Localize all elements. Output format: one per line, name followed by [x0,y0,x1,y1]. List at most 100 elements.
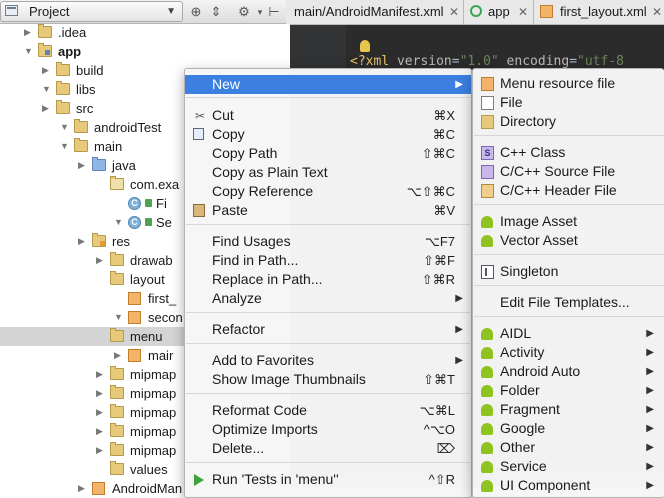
menu-separator [474,316,664,317]
expand-arrow-closed-icon[interactable]: ▶ [96,424,103,438]
submenu-item-edit-file-templates[interactable]: Edit File Templates... [473,293,664,312]
close-icon[interactable]: ✕ [652,4,662,20]
hide-panel-icon[interactable]: ⊢ [266,4,282,20]
menu-item-find-usages[interactable]: Find Usages ⌥F7 [185,232,471,251]
collapse-icon[interactable]: ⇕ [208,4,224,20]
android-icon [481,480,493,492]
expand-arrow-closed-icon[interactable]: ▶ [78,158,85,172]
submenu-item-c-c-header-file[interactable]: C/C++ Header File [473,181,664,200]
close-icon[interactable]: ✕ [449,4,459,20]
submenu-item-label: Android Auto [500,363,581,379]
expand-arrow-closed-icon[interactable]: ▶ [96,405,103,419]
menu-item-new[interactable]: New ▶ [185,75,471,94]
android-icon [481,328,493,340]
code-line[interactable]: <?xml version="1.0" encoding="utf-8 [350,54,624,69]
submenu-item-service[interactable]: Service ▶ [473,457,664,476]
code-token: = [451,54,460,69]
gear-icon[interactable]: ⚙ [236,4,252,20]
expand-arrow-closed-icon[interactable]: ▶ [114,348,121,362]
tree-node-label: main [94,139,123,154]
menu-item-shortcut: ^⇧R [428,472,455,487]
submenu-item-vector-asset[interactable]: Vector Asset [473,231,664,250]
menu-item-reformat-code[interactable]: Reformat Code ⌥⌘L [185,401,471,420]
submenu-item-image-asset[interactable]: Image Asset [473,212,664,231]
tree-node-label: mipmap [130,386,177,401]
submenu-item-folder[interactable]: Folder ▶ [473,381,664,400]
close-icon[interactable]: ✕ [518,4,528,20]
expand-arrow-closed-icon[interactable]: ▶ [24,25,31,39]
lightbulb-icon[interactable] [360,40,370,52]
submenu-item-activity[interactable]: Activity ▶ [473,343,664,362]
menu-item-label: Paste [212,202,248,218]
menu-item-add-to-favorites[interactable]: Add to Favorites ▶ [185,351,471,370]
folder-icon [110,404,124,418]
tree-node--idea[interactable]: ▶ .idea [0,23,290,42]
expand-arrow-open-icon[interactable]: ▼ [60,120,69,134]
submenu-item-fragment[interactable]: Fragment ▶ [473,400,664,419]
project-view-selector[interactable]: Project ▼ [0,1,183,22]
menu-item-analyze[interactable]: Analyze ▶ [185,289,471,308]
expand-arrow-open-icon[interactable]: ▼ [114,310,123,324]
expand-arrow-closed-icon[interactable]: ▶ [96,367,103,381]
submenu-item-singleton[interactable]: Singleton [473,262,664,281]
folder-icon [110,328,124,342]
submenu-item-ui-component[interactable]: UI Component ▶ [473,476,664,495]
expand-arrow-closed-icon[interactable]: ▶ [96,253,103,267]
menu-separator [186,224,470,225]
package-icon [110,176,124,190]
tree-node-app[interactable]: ▼ app [0,42,290,61]
tree-node-label: .idea [58,25,87,40]
sync-icon[interactable]: ⊕ [188,4,204,20]
tab-android-manifest[interactable]: main/AndroidManifest.xml ✕ [286,0,464,24]
submenu-item-directory[interactable]: Directory [473,112,664,131]
expand-arrow-open-icon[interactable]: ▼ [60,139,69,153]
submenu-item-google[interactable]: Google ▶ [473,419,664,438]
tab-app[interactable]: app ✕ [464,0,534,24]
menu-item-copy-reference[interactable]: Copy Reference ⌥⇧⌘C [185,182,471,201]
submenu-item-menu-resource-file[interactable]: Menu resource file [473,74,664,93]
android-icon [481,366,493,378]
menu-item-delete[interactable]: Delete... ⌦ [185,439,471,458]
expand-arrow-open-icon[interactable]: ▼ [114,215,123,229]
submenu-item-label: Singleton [500,263,559,279]
expand-arrow-open-icon[interactable]: ▼ [24,44,33,58]
submenu-item-aidl[interactable]: AIDL ▶ [473,324,664,343]
menu-item-copy-path[interactable]: Copy Path ⇧⌘C [185,144,471,163]
menu-separator [186,312,470,313]
submenu-item-other[interactable]: Other ▶ [473,438,664,457]
menu-item-replace-in-path[interactable]: Replace in Path... ⇧⌘R [185,270,471,289]
submenu-item-label: File [500,94,523,110]
expand-arrow-closed-icon[interactable]: ▶ [96,386,103,400]
expand-arrow-closed-icon[interactable]: ▶ [96,443,103,457]
expand-arrow-closed-icon[interactable]: ▶ [78,481,85,495]
submenu-item-android-auto[interactable]: Android Auto ▶ [473,362,664,381]
tree-node-label: Se [156,215,172,230]
menu-item-refactor[interactable]: Refactor ▶ [185,320,471,339]
tab-first-layout[interactable]: first_layout.xml ✕ [534,0,664,24]
menu-item-label: Copy [212,126,245,142]
expand-arrow-closed-icon[interactable]: ▶ [78,234,85,248]
menu-item-cut[interactable]: ✂ Cut ⌘X [185,106,471,125]
submenu-item-label: Vector Asset [500,232,578,248]
menu-item-label: Show Image Thumbnails [212,371,366,387]
tree-node-label: drawab [130,253,173,268]
menu-item-paste[interactable]: Paste ⌘V [185,201,471,220]
submenu-item-file[interactable]: File [473,93,664,112]
expand-arrow-closed-icon[interactable]: ▶ [42,101,49,115]
android-icon [481,442,493,454]
folder-icon [110,442,124,456]
menu-item-optimize-imports[interactable]: Optimize Imports ^⌥O [185,420,471,439]
menu-item-show-image-thumbnails[interactable]: Show Image Thumbnails ⇧⌘T [185,370,471,389]
expand-arrow-closed-icon[interactable]: ▶ [42,63,49,77]
submenu-item-c-c-source-file[interactable]: C/C++ Source File [473,162,664,181]
expand-arrow-open-icon[interactable]: ▼ [42,82,51,96]
menu-separator [186,97,470,98]
menu-item-run-tests-in-menu[interactable]: Run 'Tests in 'menu'' ^⇧R [185,470,471,489]
menu-item-copy-as-plain-text[interactable]: Copy as Plain Text [185,163,471,182]
tree-node-label: layout [130,272,165,287]
submenu-item-c-class[interactable]: S C++ Class [473,143,664,162]
menu-item-copy[interactable]: Copy ⌘C [185,125,471,144]
menu-item-find-in-path[interactable]: Find in Path... ⇧⌘F [185,251,471,270]
copy-icon [193,128,204,140]
android-icon [481,235,493,247]
